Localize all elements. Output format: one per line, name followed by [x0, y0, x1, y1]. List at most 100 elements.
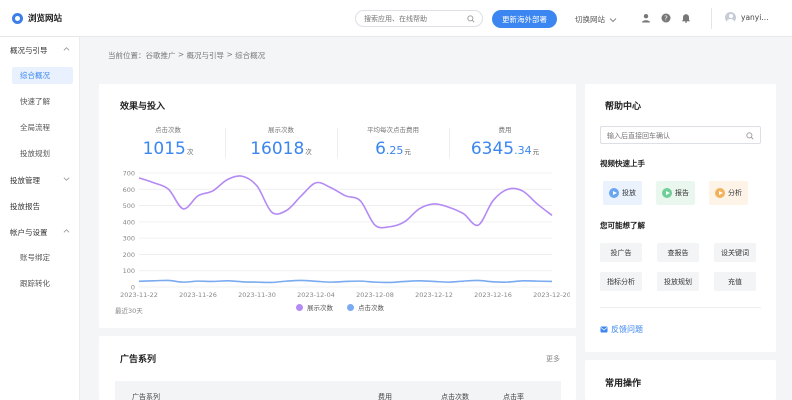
video-button-label: 投放	[622, 189, 636, 197]
stat-clicks: 点击次数 1015次	[113, 124, 223, 162]
breadcrumb-separator: >	[224, 50, 236, 59]
search-box[interactable]	[355, 10, 483, 27]
y-tick-label: 500	[123, 202, 135, 210]
user-icon[interactable]	[640, 12, 652, 24]
feedback-label: 反馈问题	[611, 325, 643, 334]
video-button-report[interactable]: 报告	[656, 181, 695, 205]
bell-icon[interactable]	[680, 12, 692, 24]
ads-table-header: 广告系列 费用 点击次数 点击率	[115, 381, 561, 400]
deploy-button[interactable]: 更新海外部署	[492, 10, 557, 28]
faq-link-keywords[interactable]: 设关键词	[714, 243, 756, 262]
chevron-up-icon	[63, 47, 70, 51]
sidebar-group-overview[interactable]: 概况与引导	[0, 41, 80, 59]
sidebar-group-account[interactable]: 帐户与设置	[0, 223, 80, 241]
stat-label: 平均每次点击费用	[367, 126, 419, 134]
stat-unit: 元	[532, 148, 540, 156]
legend-item-impressions[interactable]: 展示次数	[296, 302, 333, 312]
legend-item-clicks[interactable]: 点击次数	[347, 302, 384, 312]
sidebar-group-label: 投放管理	[10, 175, 40, 185]
mail-icon	[600, 326, 608, 333]
avatar	[725, 12, 736, 23]
y-tick-label: 200	[123, 251, 135, 259]
play-icon	[662, 188, 672, 198]
sidebar-item-label: 全局流程	[20, 123, 50, 132]
x-tick-label: 2023-12-20	[533, 291, 570, 298]
help-icon[interactable]: ?	[660, 12, 672, 24]
stat-value: 16018	[250, 139, 305, 159]
sidebar-item-conversion-tracking[interactable]: 跟踪转化	[12, 275, 73, 292]
stat-impressions: 展示次数 16018次	[226, 124, 336, 162]
legend-swatch	[296, 303, 303, 311]
breadcrumb-item: 综合概况	[235, 51, 266, 60]
x-tick-label: 2023-12-16	[474, 291, 512, 298]
user-menu[interactable]: yanyi...	[725, 12, 768, 23]
sidebar-item-label: 综合概况	[20, 71, 50, 80]
stat-unit: 次	[186, 148, 194, 156]
sidebar-item-overview[interactable]: 综合概况	[12, 67, 73, 84]
sidebar-item-account-binding[interactable]: 账号绑定	[12, 249, 73, 266]
sidebar: 概况与引导 综合概况 快速了解 全局流程 投放规划 投放管理 投放报告 帐户与设…	[0, 37, 80, 400]
faq-link-metrics[interactable]: 指标分析	[600, 272, 642, 291]
column-header-ctr[interactable]: 点击率	[503, 392, 524, 400]
search-input[interactable]	[364, 14, 464, 24]
legend-label: 展示次数	[307, 304, 333, 312]
sidebar-group-campaigns[interactable]: 投放管理	[0, 171, 80, 189]
video-button-campaign[interactable]: 投放	[603, 181, 642, 205]
svg-text:?: ?	[664, 15, 668, 23]
sidebar-item-planning[interactable]: 投放规划	[12, 145, 73, 162]
feedback-link[interactable]: 反馈问题	[600, 324, 643, 335]
column-header-campaign[interactable]: 广告系列	[132, 392, 160, 400]
x-tick-label: 2023-11-22	[120, 291, 158, 298]
legend-label: 点击次数	[358, 304, 384, 312]
sidebar-item-label: 快速了解	[20, 97, 50, 106]
video-button-label: 分析	[728, 189, 742, 197]
sidebar-group-label: 投放报告	[10, 201, 40, 211]
sidebar-group-reports[interactable]: 投放报告	[0, 197, 80, 215]
stat-value: 6	[375, 139, 386, 159]
ads-more-link[interactable]: 更多	[546, 354, 560, 364]
stat-cost: 费用 6345.34元	[450, 124, 560, 162]
switch-site-label: 切换网站	[575, 15, 605, 24]
search-icon[interactable]	[746, 132, 754, 142]
sidebar-item-label: 跟踪转化	[20, 279, 50, 288]
stat-fraction: .25	[385, 144, 404, 157]
sidebar-item-workflow[interactable]: 全局流程	[12, 119, 73, 136]
top-header: 浏览网站 更新海外部署 切换网站 ? yanyi...	[0, 0, 792, 37]
sidebar-item-quick-start[interactable]: 快速了解	[12, 93, 73, 110]
y-tick-label: 700	[123, 170, 135, 178]
stat-label: 展示次数	[268, 126, 294, 134]
ads-title: 广告系列	[120, 355, 157, 365]
logo[interactable]: 浏览网站	[12, 12, 62, 24]
x-tick-label: 2023-12-04	[297, 291, 335, 298]
header-divider	[711, 8, 712, 29]
breadcrumb-item[interactable]: 谷歌推广	[146, 50, 176, 61]
help-search-input[interactable]	[607, 131, 737, 141]
stat-value: 1015	[142, 139, 186, 159]
breadcrumb: 当前位置： 谷歌推广 > 概况与引导 > 综合概况	[108, 50, 265, 61]
stat-avg-cpc: 平均每次点击费用 6.25元	[338, 124, 448, 162]
column-header-cost[interactable]: 费用	[378, 392, 392, 400]
y-tick-label: 400	[123, 218, 135, 226]
logo-icon	[12, 12, 23, 24]
play-icon	[609, 188, 619, 198]
x-tick-label: 2023-12-12	[415, 291, 453, 298]
sidebar-item-label: 投放规划	[20, 149, 50, 158]
sidebar-item-label: 账号绑定	[20, 253, 50, 262]
legend-swatch	[347, 303, 354, 311]
breadcrumb-item[interactable]: 概况与引导	[187, 50, 225, 61]
faq-link-report[interactable]: 查报告	[657, 243, 699, 262]
stat-value: 6345	[470, 139, 515, 159]
column-header-clicks[interactable]: 点击次数	[441, 392, 469, 400]
impressions-series-line	[138, 175, 553, 229]
search-icon[interactable]	[467, 15, 475, 25]
switch-site-dropdown[interactable]: 切换网站	[575, 14, 617, 25]
stat-label: 费用	[498, 126, 512, 134]
logo-text: 浏览网站	[28, 14, 63, 24]
x-tick-label: 2023-11-26	[179, 291, 217, 298]
help-search-box[interactable]	[600, 126, 761, 144]
faq-link-ads[interactable]: 投广告	[600, 243, 642, 262]
faq-link-planning[interactable]: 投放规划	[657, 272, 699, 291]
video-button-analysis[interactable]: 分析	[709, 181, 748, 205]
help-center-card	[585, 84, 776, 352]
faq-link-recharge[interactable]: 充值	[714, 272, 756, 291]
